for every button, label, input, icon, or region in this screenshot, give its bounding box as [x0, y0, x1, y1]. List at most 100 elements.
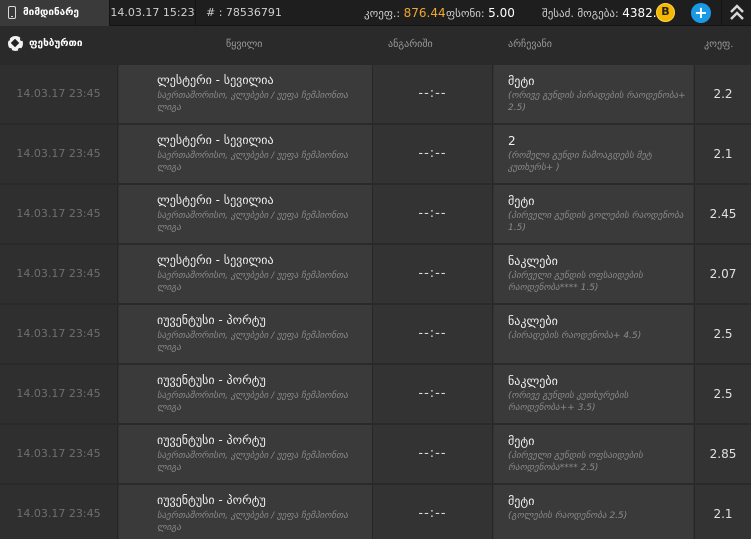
- pick-odd: 2.45: [694, 185, 751, 243]
- table-row: 14.03.17 23:45 ლესტერი - სევილია საერთაშო…: [0, 185, 751, 243]
- event-league: საერთაშორისო, კლუბები / უეფა ჩემპიონთა ლ…: [157, 391, 348, 413]
- table-row: 14.03.17 23:45 ლესტერი - სევილია საერთაშო…: [0, 125, 751, 183]
- bet-list: 14.03.17 23:45 ლესტერი - სევილია საერთაშო…: [0, 65, 751, 539]
- event-date: 14.03.17 23:45: [0, 125, 118, 183]
- pick-odd: 2.85: [694, 425, 751, 483]
- event-cell: ლესტერი - სევილია საერთაშორისო, კლუბები /…: [119, 185, 372, 243]
- pick-value: ნაკლები: [508, 254, 558, 268]
- pick-cell: ნაკლები (პირველი გუნდის ოფსაიდების რაოდენ…: [494, 245, 693, 303]
- pick-value: ნაკლები: [508, 374, 558, 388]
- event-league: საერთაშორისო, კლუბები / უეფა ჩემპიონთა ლ…: [157, 331, 348, 353]
- pick-description: (ორივე გუნდის კუთხურების რაოდენობა++ 3.5…: [508, 391, 629, 413]
- pick-cell: მეტი (გოლების რაოდენობა 2.5): [494, 485, 693, 539]
- event-league: საერთაშორისო, კლუბები / უეფა ჩემპიონთა ლ…: [157, 151, 348, 173]
- table-row: 14.03.17 23:45 ლესტერი - სევილია საერთაშო…: [0, 245, 751, 303]
- pick-value: მეტი: [508, 494, 535, 508]
- event-score: --:--: [372, 125, 493, 183]
- event-date: 14.03.17 23:45: [0, 305, 118, 363]
- event-league: საერთაშორისო, კლუბები / უეფა ჩემპიონთა ლ…: [157, 451, 348, 473]
- table-row: 14.03.17 23:45 იუვენტუსი - პორტუ საერთაშო…: [0, 485, 751, 539]
- event-league: საერთაშორისო, კლუბები / უეფა ჩემპიონთა ლ…: [157, 511, 348, 533]
- pick-cell: ნაკლები (ორივე გუნდის კუთხურების რაოდენობ…: [494, 365, 693, 423]
- event-score: --:--: [372, 245, 493, 303]
- table-row: 14.03.17 23:45 ლესტერი - სევილია საერთაშო…: [0, 65, 751, 123]
- pick-value: მეტი: [508, 434, 535, 448]
- event-score: --:--: [372, 185, 493, 243]
- event-score: --:--: [372, 305, 493, 363]
- event-league: საერთაშორისო, კლუბები / უეფა ჩემპიონთა ლ…: [157, 271, 348, 293]
- pick-odd: 2.2: [694, 65, 751, 123]
- phone-icon: [8, 6, 16, 19]
- pick-description: (გოლების რაოდენობა 2.5): [508, 511, 628, 521]
- col-header-pick: არჩევანი: [508, 39, 552, 50]
- event-teams: ლესტერი - სევილია: [157, 193, 274, 207]
- sport-label: ფეხბურთი: [29, 38, 83, 49]
- pick-value: მეტი: [508, 194, 535, 208]
- pick-cell: 2 (რომელი გუნდი ჩამოაგდებს მეტ კუთხურს+ ): [494, 125, 693, 183]
- pick-odd: 2.5: [694, 305, 751, 363]
- pick-odd: 2.1: [694, 125, 751, 183]
- event-cell: იუვენტუსი - პორტუ საერთაშორისო, კლუბები /…: [119, 425, 372, 483]
- pick-value: მეტი: [508, 74, 535, 88]
- col-header-odd: კოეფ.: [704, 39, 734, 50]
- event-league: საერთაშორისო, კლუბები / უეფა ჩემპიონთა ლ…: [157, 91, 348, 113]
- pick-description: (პირველი გუნდის ოფსაიდების რაოდენობა****…: [508, 451, 643, 473]
- pick-description: (ორივე გუნდის პირადების რაოდენობა+ 2.5): [508, 91, 686, 113]
- event-date: 14.03.17 23:45: [0, 65, 118, 123]
- event-teams: იუვენტუსი - პორტუ: [157, 373, 266, 387]
- ticket-date: 14.03.17 15:23: [110, 0, 196, 26]
- bonus-badge-icon[interactable]: B: [656, 3, 675, 22]
- event-teams: იუვენტუსი - პორტუ: [157, 433, 266, 447]
- pick-description: (პირველი გუნდის ოფსაიდების რაოდენობა****…: [508, 271, 643, 293]
- event-cell: იუვენტუსი - პორტუ საერთაშორისო, კლუბები /…: [119, 485, 372, 539]
- col-header-event: წყვილი: [226, 39, 263, 50]
- pick-odd: 2.1: [694, 485, 751, 539]
- double-chevron-up-icon: [730, 4, 744, 20]
- event-date: 14.03.17 23:45: [0, 485, 118, 539]
- event-score: --:--: [372, 425, 493, 483]
- pick-description: (პირველი გუნდის გოლების რაოდენობა 1.5): [508, 211, 684, 233]
- pick-description: (რომელი გუნდი ჩამოაგდებს მეტ კუთხურს+ ): [508, 151, 652, 173]
- col-header-score: ანგარიში: [388, 39, 433, 50]
- table-row: 14.03.17 23:45 იუვენტუსი - პორტუ საერთაშო…: [0, 365, 751, 423]
- pick-cell: მეტი (პირველი გუნდის ოფსაიდების რაოდენობა…: [494, 425, 693, 483]
- total-odds: კოეფ.: 876.44: [364, 6, 446, 20]
- table-row: 14.03.17 23:45 იუვენტუსი - პორტუ საერთაშო…: [0, 305, 751, 363]
- event-date: 14.03.17 23:45: [0, 185, 118, 243]
- table-row: 14.03.17 23:45 იუვენტუსი - პორტუ საერთაშო…: [0, 425, 751, 483]
- stake: ფსონი: 5.00: [446, 6, 515, 20]
- event-cell: ლესტერი - სევილია საერთაშორისო, კლუბები /…: [119, 125, 372, 183]
- sport-header: ფეხბურთი: [8, 36, 82, 51]
- event-teams: ლესტერი - სევილია: [157, 253, 274, 267]
- event-date: 14.03.17 23:45: [0, 365, 118, 423]
- event-date: 14.03.17 23:45: [0, 245, 118, 303]
- possible-win: შესაძ. მოგება: 4382.20: [542, 6, 672, 20]
- event-teams: ლესტერი - სევილია: [157, 73, 274, 87]
- event-teams: იუვენტუსი - პორტუ: [157, 313, 266, 327]
- collapse-up-button[interactable]: [721, 0, 751, 26]
- event-league: საერთაშორისო, კლუბები / უეფა ჩემპიონთა ლ…: [157, 211, 348, 233]
- event-score: --:--: [372, 65, 493, 123]
- event-cell: იუვენტუსი - პორტუ საერთაშორისო, კლუბები /…: [119, 365, 372, 423]
- pick-cell: მეტი (პირველი გუნდის გოლების რაოდენობა 1.…: [494, 185, 693, 243]
- event-teams: ლესტერი - სევილია: [157, 133, 274, 147]
- pick-value: ნაკლები: [508, 314, 558, 328]
- pick-cell: მეტი (ორივე გუნდის პირადების რაოდენობა+ 2…: [494, 65, 693, 123]
- tab-current[interactable]: მიმდინარე: [0, 0, 110, 26]
- event-cell: ლესტერი - სევილია საერთაშორისო, კლუბები /…: [119, 245, 372, 303]
- pick-cell: ნაკლები (პირადების რაოდენობა+ 4.5): [494, 305, 693, 363]
- event-teams: იუვენტუსი - პორტუ: [157, 493, 266, 507]
- tab-current-label: მიმდინარე: [23, 7, 79, 18]
- event-date: 14.03.17 23:45: [0, 425, 118, 483]
- event-score: --:--: [372, 365, 493, 423]
- pick-odd: 2.5: [694, 365, 751, 423]
- event-cell: იუვენტუსი - პორტუ საერთაშორისო, კლუბები /…: [119, 305, 372, 363]
- football-icon: [8, 36, 23, 51]
- event-score: --:--: [372, 485, 493, 539]
- pick-description: (პირადების რაოდენობა+ 4.5): [508, 331, 642, 341]
- add-button[interactable]: +: [691, 3, 711, 23]
- top-bar: მიმდინარე 14.03.17 15:23 # : 78536791 კო…: [0, 0, 751, 26]
- pick-value: 2: [508, 134, 516, 148]
- table-header: ფეხბურთი წყვილი ანგარიში არჩევანი კოეფ.: [0, 27, 751, 64]
- pick-odd: 2.07: [694, 245, 751, 303]
